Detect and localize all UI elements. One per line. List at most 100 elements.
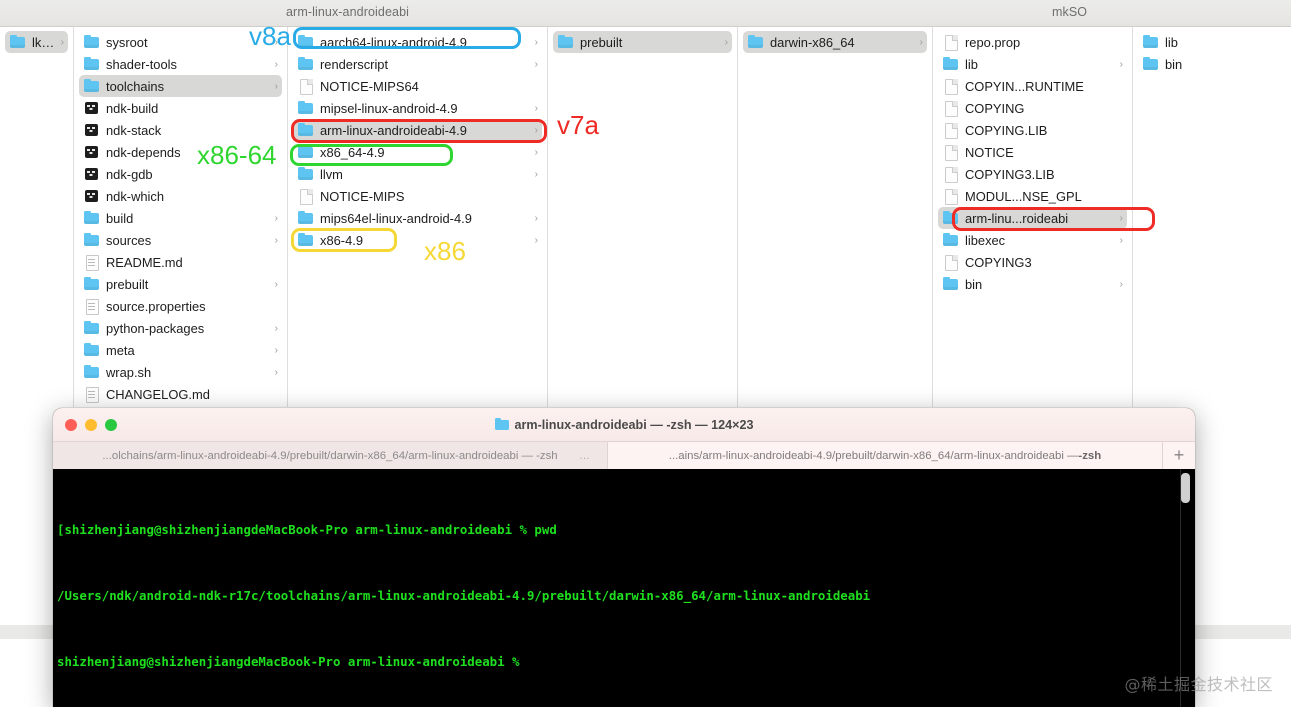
file-name: ndk-which bbox=[106, 188, 165, 204]
file-row[interactable]: ndk-stack bbox=[79, 119, 282, 141]
file-row[interactable]: MODUL...NSE_GPL bbox=[938, 185, 1127, 207]
file-row[interactable]: toolchains › bbox=[79, 75, 282, 97]
file-row[interactable]: aarch64-linux-android-4.9 › bbox=[293, 31, 542, 53]
file-row[interactable]: COPYING3 bbox=[938, 251, 1127, 273]
file-row[interactable]: x86_64-4.9 › bbox=[293, 141, 542, 163]
file-name: bin bbox=[965, 276, 983, 292]
terminal-title-text: arm-linux-androideabi — -zsh — 124×23 bbox=[514, 417, 754, 432]
file-row[interactable]: mips64el-linux-android-4.9 › bbox=[293, 207, 542, 229]
file-row[interactable]: x86-4.9 › bbox=[293, 229, 542, 251]
file-row[interactable]: renderscript › bbox=[293, 53, 542, 75]
file-name: aarch64-linux-android-4.9 bbox=[320, 34, 467, 50]
file-name: lib bbox=[1165, 34, 1178, 50]
file-row[interactable]: wrap.sh › bbox=[79, 361, 282, 383]
file-row[interactable]: meta › bbox=[79, 339, 282, 361]
terminal-window-title: arm-linux-androideabi — -zsh — 124×23 bbox=[494, 417, 754, 432]
folder-icon bbox=[943, 57, 959, 71]
file-name: source.properties bbox=[106, 298, 206, 314]
file-name: COPYING bbox=[965, 100, 1025, 116]
file-row[interactable]: bin › bbox=[938, 273, 1127, 295]
terminal-scrollbar-thumb[interactable] bbox=[1181, 473, 1190, 503]
file-row[interactable]: prebuilt › bbox=[553, 31, 732, 53]
file-name: ndk-depends bbox=[106, 144, 181, 160]
file-row[interactable]: darwin-x86_64 › bbox=[743, 31, 927, 53]
terminal-tab-bar[interactable]: ...olchains/arm-linux-androideabi-4.9/pr… bbox=[53, 442, 1195, 469]
file-name: README.md bbox=[106, 254, 183, 270]
file-row[interactable]: lib › bbox=[938, 53, 1127, 75]
executable-icon bbox=[84, 123, 100, 137]
folder-icon bbox=[298, 211, 314, 225]
chevron-right-icon: › bbox=[274, 234, 278, 246]
file-row[interactable]: mipsel-linux-android-4.9 › bbox=[293, 97, 542, 119]
window-controls[interactable] bbox=[65, 419, 117, 431]
file-row[interactable]: COPYIN...RUNTIME bbox=[938, 75, 1127, 97]
file-row[interactable]: sources › bbox=[79, 229, 282, 251]
chevron-right-icon: › bbox=[274, 278, 278, 290]
finder-column-view: lk-r17c›sysroot›shader-tools›toolchains›… bbox=[0, 27, 1291, 407]
close-button[interactable] bbox=[65, 419, 77, 431]
document-icon bbox=[943, 101, 959, 117]
terminal-line: shizhenjiang@shizhenjiangdeMacBook-Pro a… bbox=[57, 654, 520, 669]
file-row[interactable]: bin bbox=[1138, 53, 1286, 75]
chevron-right-icon: › bbox=[534, 146, 538, 158]
terminal-line: [shizhenjiang@shizhenjiangdeMacBook-Pro … bbox=[57, 522, 557, 537]
file-row[interactable]: NOTICE bbox=[938, 141, 1127, 163]
file-row[interactable]: NOTICE-MIPS64 bbox=[293, 75, 542, 97]
file-row[interactable]: COPYING3.LIB bbox=[938, 163, 1127, 185]
file-row[interactable]: source.properties bbox=[79, 295, 282, 317]
document-icon bbox=[943, 189, 959, 205]
terminal-window[interactable]: arm-linux-androideabi — -zsh — 124×23 ..… bbox=[53, 408, 1195, 707]
file-row[interactable]: arm-linu...roideabi › bbox=[938, 207, 1127, 229]
file-row[interactable]: sysroot › bbox=[79, 31, 282, 53]
chevron-right-icon: › bbox=[534, 58, 538, 70]
file-name: shader-tools bbox=[106, 56, 177, 72]
file-row[interactable]: ndk-build bbox=[79, 97, 282, 119]
terminal-output[interactable]: [shizhenjiang@shizhenjiangdeMacBook-Pro … bbox=[53, 469, 1195, 707]
file-row[interactable]: COPYING.LIB bbox=[938, 119, 1127, 141]
folder-icon bbox=[84, 233, 100, 247]
minimize-button[interactable] bbox=[85, 419, 97, 431]
file-name: darwin-x86_64 bbox=[770, 34, 855, 50]
chevron-right-icon: › bbox=[60, 36, 64, 48]
document-icon bbox=[943, 145, 959, 161]
terminal-tab-1-overflow[interactable]: … bbox=[579, 450, 591, 462]
file-name: COPYIN...RUNTIME bbox=[965, 78, 1084, 94]
file-row[interactable]: llvm › bbox=[293, 163, 542, 185]
terminal-tab-2[interactable]: ...ains/arm-linux-androideabi-4.9/prebui… bbox=[608, 442, 1163, 469]
file-row[interactable]: COPYING bbox=[938, 97, 1127, 119]
file-row[interactable]: arm-linux-androideabi-4.9 › bbox=[293, 119, 542, 141]
file-row[interactable]: CHANGELOG.md bbox=[79, 383, 282, 405]
new-tab-button[interactable]: + bbox=[1163, 442, 1195, 469]
file-row[interactable]: README.md bbox=[79, 251, 282, 273]
file-row[interactable]: ndk-depends bbox=[79, 141, 282, 163]
file-name: sources bbox=[106, 232, 152, 248]
file-row[interactable]: lk-r17c› bbox=[5, 31, 68, 53]
executable-icon bbox=[84, 167, 100, 181]
file-row[interactable]: prebuilt › bbox=[79, 273, 282, 295]
folder-icon bbox=[84, 343, 100, 357]
file-name: wrap.sh bbox=[106, 364, 152, 380]
document-icon bbox=[84, 299, 100, 315]
terminal-tab-1[interactable]: ...olchains/arm-linux-androideabi-4.9/pr… bbox=[53, 442, 608, 469]
chevron-right-icon: › bbox=[274, 344, 278, 356]
file-name: renderscript bbox=[320, 56, 389, 72]
file-row[interactable]: python-packages › bbox=[79, 317, 282, 339]
file-row[interactable]: NOTICE-MIPS bbox=[293, 185, 542, 207]
maximize-button[interactable] bbox=[105, 419, 117, 431]
file-row[interactable]: ndk-which bbox=[79, 185, 282, 207]
folder-icon bbox=[298, 123, 314, 137]
chevron-right-icon: › bbox=[1119, 212, 1123, 224]
finder-titlebar[interactable]: arm-linux-androideabi mkSO bbox=[0, 0, 1291, 27]
file-row[interactable]: build › bbox=[79, 207, 282, 229]
file-row[interactable]: ndk-gdb bbox=[79, 163, 282, 185]
document-icon bbox=[943, 35, 959, 51]
file-row[interactable]: repo.prop bbox=[938, 31, 1127, 53]
file-name: toolchains bbox=[106, 78, 165, 94]
folder-icon bbox=[494, 418, 509, 431]
document-icon bbox=[298, 189, 314, 205]
file-row[interactable]: lib bbox=[1138, 31, 1286, 53]
file-row[interactable]: libexec › bbox=[938, 229, 1127, 251]
file-row[interactable]: shader-tools › bbox=[79, 53, 282, 75]
terminal-titlebar[interactable]: arm-linux-androideabi — -zsh — 124×23 bbox=[53, 408, 1195, 442]
folder-icon bbox=[298, 233, 314, 247]
